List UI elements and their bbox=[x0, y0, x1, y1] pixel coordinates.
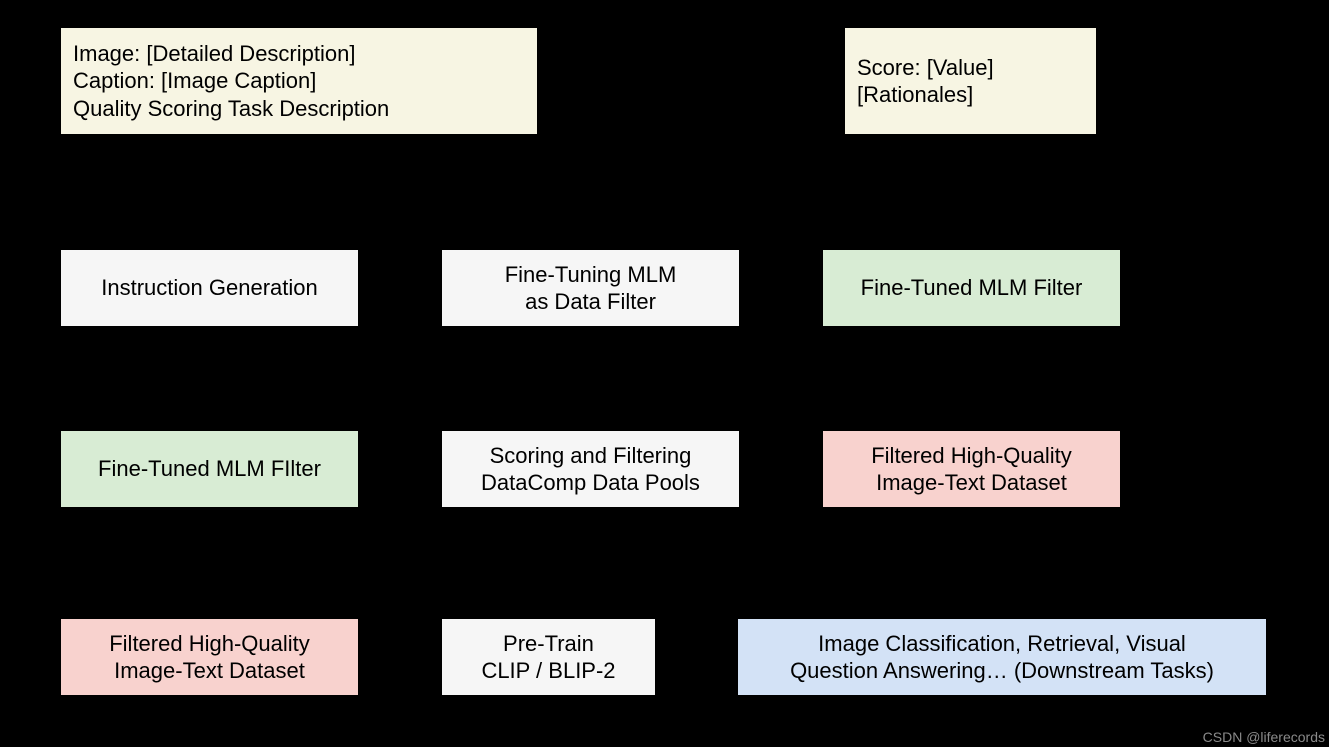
filtered-dataset-text-left: Filtered High-Quality Image-Text Dataset bbox=[109, 630, 310, 685]
output-template-text: Score: [Value] [Rationales] bbox=[857, 54, 994, 109]
pretrain-box: Pre-Train CLIP / BLIP-2 bbox=[441, 618, 656, 696]
downstream-tasks-text: Image Classification, Retrieval, Visual … bbox=[790, 630, 1214, 685]
finetuned-mlm-filter-box-top: Fine-Tuned MLM Filter bbox=[822, 249, 1121, 327]
watermark: CSDN @liferecords bbox=[1203, 729, 1325, 745]
watermark-text: CSDN @liferecords bbox=[1203, 729, 1325, 745]
input-template-box: Image: [Detailed Description] Caption: [… bbox=[60, 27, 538, 135]
instruction-generation-text: Instruction Generation bbox=[101, 274, 317, 302]
finetuned-mlm-filter-box-left: Fine-Tuned MLM FIlter bbox=[60, 430, 359, 508]
scoring-filtering-text: Scoring and Filtering DataComp Data Pool… bbox=[481, 442, 700, 497]
pretrain-text: Pre-Train CLIP / BLIP-2 bbox=[481, 630, 615, 685]
filtered-dataset-box-left: Filtered High-Quality Image-Text Dataset bbox=[60, 618, 359, 696]
filtered-dataset-text-right: Filtered High-Quality Image-Text Dataset bbox=[871, 442, 1072, 497]
finetuning-mlm-box: Fine-Tuning MLM as Data Filter bbox=[441, 249, 740, 327]
output-template-box: Score: [Value] [Rationales] bbox=[844, 27, 1097, 135]
input-template-text: Image: [Detailed Description] Caption: [… bbox=[73, 40, 389, 123]
scoring-filtering-box: Scoring and Filtering DataComp Data Pool… bbox=[441, 430, 740, 508]
finetuned-mlm-filter-text-top: Fine-Tuned MLM Filter bbox=[861, 274, 1083, 302]
filtered-dataset-box-right: Filtered High-Quality Image-Text Dataset bbox=[822, 430, 1121, 508]
instruction-generation-box: Instruction Generation bbox=[60, 249, 359, 327]
finetuning-mlm-text: Fine-Tuning MLM as Data Filter bbox=[505, 261, 677, 316]
finetuned-mlm-filter-text-left: Fine-Tuned MLM FIlter bbox=[98, 455, 321, 483]
downstream-tasks-box: Image Classification, Retrieval, Visual … bbox=[737, 618, 1267, 696]
